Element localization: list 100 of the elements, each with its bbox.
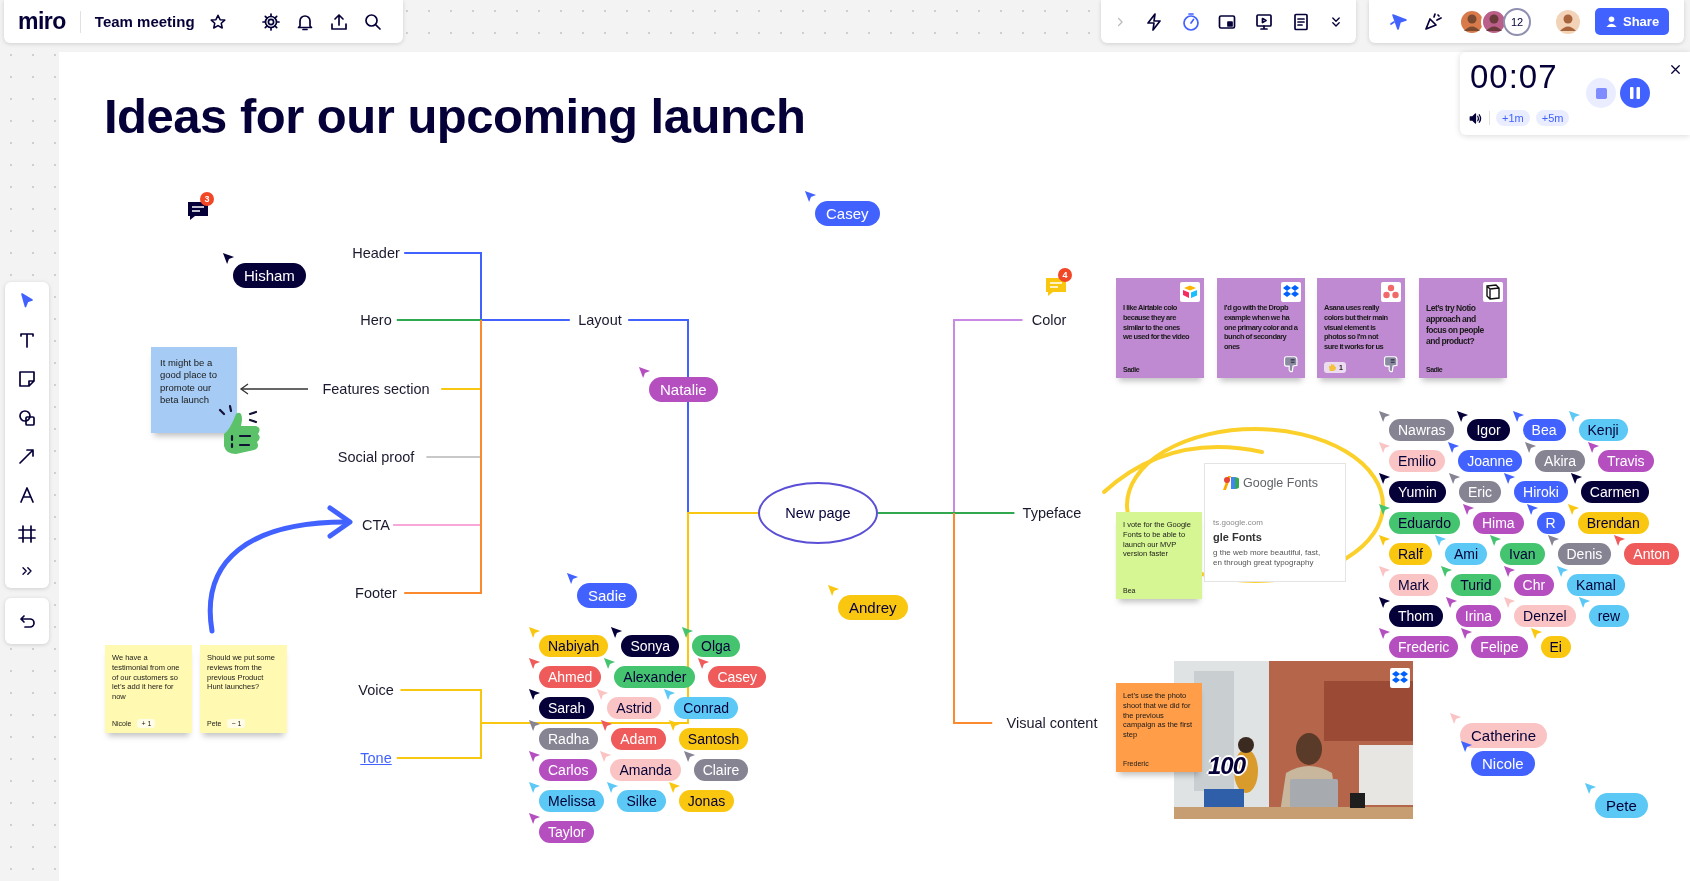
user-name-tag: Denzel xyxy=(1514,605,1576,627)
user-name-tag: Ahmed xyxy=(539,666,602,688)
pointer-icon xyxy=(1378,534,1391,547)
topic-label[interactable]: Header xyxy=(352,245,400,261)
pointer-icon xyxy=(1524,441,1538,454)
user-icon xyxy=(1605,15,1618,28)
user-name-tag: Casey xyxy=(815,201,880,226)
upload-icon[interactable] xyxy=(328,11,349,32)
topic-label[interactable]: Typeface xyxy=(1022,505,1082,521)
user-name-tag: Kenji xyxy=(1578,419,1628,441)
share-button[interactable]: Share xyxy=(1595,8,1670,35)
user-name-tag: Natalie xyxy=(649,377,718,402)
pointer-icon xyxy=(528,781,541,794)
pointer-icon xyxy=(1378,472,1391,485)
user-name-tag: Sonya xyxy=(621,635,680,657)
pointer-icon xyxy=(1503,596,1517,609)
user-name-tag: Carmen xyxy=(1580,481,1649,503)
settings-icon[interactable] xyxy=(260,11,281,32)
pointer-icon xyxy=(603,657,617,670)
topic-link[interactable]: Tone xyxy=(360,750,392,766)
pointer-icon xyxy=(1529,627,1543,640)
topic-label[interactable]: Voice xyxy=(358,682,394,698)
pointer-icon xyxy=(606,781,620,794)
pointer-icon xyxy=(1502,565,1516,578)
user-name-tag: Akira xyxy=(1535,450,1585,472)
user-name-tag: Emilio xyxy=(1389,450,1446,472)
link-preview-card[interactable]: Google Fonts ts.google.com gle Fonts g the web more beautiful, fast, en through great typography xyxy=(1204,463,1346,582)
frame-tool-icon[interactable] xyxy=(17,523,37,544)
pointer-icon xyxy=(1584,782,1597,795)
pointer-icon xyxy=(1503,472,1517,485)
user-name-tag: Adam xyxy=(611,728,666,750)
pointer-icon xyxy=(1378,596,1391,609)
topic-label[interactable]: Layout xyxy=(578,312,622,328)
thumbs-down-icon xyxy=(1283,355,1300,374)
thumbs-down-icon xyxy=(1383,355,1400,374)
pointer-icon xyxy=(1577,596,1591,609)
sticky-text: It might be a good place to promote our beta launch xyxy=(159,356,219,407)
sticky-note-tool-icon[interactable] xyxy=(17,368,37,389)
comment-icon[interactable] xyxy=(186,200,210,222)
user-name-tag: Yumin xyxy=(1389,481,1446,503)
pointer-icon xyxy=(681,626,695,639)
timer-icon[interactable] xyxy=(1180,11,1201,32)
diamonds-logo-icon xyxy=(1281,282,1301,302)
topic-label[interactable]: Hero xyxy=(360,312,392,328)
add-time-button[interactable]: +1m xyxy=(1496,110,1530,126)
user-name-tag: Thom xyxy=(1389,605,1443,627)
pointer-icon xyxy=(1378,565,1391,578)
pointer-icon xyxy=(528,688,541,701)
pointer-icon xyxy=(804,190,817,203)
pointer-icon xyxy=(1378,410,1391,423)
avatar[interactable] xyxy=(1459,8,1485,35)
avatar[interactable] xyxy=(1481,8,1507,35)
stop-button[interactable] xyxy=(1586,78,1616,108)
topic-label[interactable]: Visual content xyxy=(1006,715,1098,731)
party-popper-icon[interactable] xyxy=(1423,11,1443,32)
user-name-tag: Alexander xyxy=(614,666,696,688)
topic-label[interactable]: Social proof xyxy=(337,449,415,465)
pointer-icon xyxy=(638,366,651,379)
topic-label[interactable]: Color xyxy=(1031,312,1067,328)
user-name-tag: Hima xyxy=(1472,512,1524,534)
user-name-tag: Catherine xyxy=(1460,723,1548,748)
collaborator-count[interactable]: 12 xyxy=(1503,7,1531,36)
pointer-icon xyxy=(1567,410,1581,423)
pause-button[interactable] xyxy=(1620,78,1650,108)
close-icon[interactable] xyxy=(1668,62,1683,77)
text-tool-icon[interactable] xyxy=(17,330,37,351)
topic-label[interactable]: Footer xyxy=(355,585,397,601)
user-name-tag: Felipe xyxy=(1471,636,1528,658)
user-name-tag: Pete xyxy=(1595,793,1648,818)
colorful-logo-icon xyxy=(1223,476,1239,490)
search-icon[interactable] xyxy=(362,11,383,32)
user-name-tag: Igor xyxy=(1467,419,1510,441)
cube-logo-icon xyxy=(1483,282,1503,302)
link-title: gle Fonts xyxy=(1213,531,1262,543)
pointer-icon xyxy=(1460,740,1473,753)
add-time-button[interactable]: +5m xyxy=(1535,110,1570,126)
sticky-note[interactable]: It might be a good place to promote our beta launch xyxy=(151,347,237,433)
user-name-tag: Amanda xyxy=(610,759,681,781)
presentation-icon[interactable] xyxy=(1254,11,1275,32)
user-name-tag: Eduardo xyxy=(1389,512,1460,534)
colorful-logo-icon xyxy=(1180,282,1200,302)
avatar[interactable] xyxy=(1555,8,1581,35)
shapes-tool-icon[interactable] xyxy=(17,407,37,428)
cursor-icon[interactable] xyxy=(1389,11,1409,32)
pointer-icon xyxy=(667,781,681,794)
line-tool-icon[interactable] xyxy=(17,446,37,467)
user-name-tag: Nabiyah xyxy=(539,635,609,657)
stop-icon xyxy=(1595,87,1607,99)
volume-icon[interactable] xyxy=(1468,110,1483,126)
pointer-icon xyxy=(1461,503,1475,516)
logo[interactable]: miro xyxy=(18,8,66,35)
board-name[interactable]: Team meeting xyxy=(94,13,195,30)
star-icon[interactable] xyxy=(208,12,227,31)
pointer-icon xyxy=(1511,410,1525,423)
user-name-tag: Nicole xyxy=(1471,751,1535,776)
pointer-icon xyxy=(1456,410,1470,423)
user-name-tag: Olga xyxy=(692,635,740,657)
link-description: g the web more beautiful, fast, en through great typography xyxy=(1213,548,1321,569)
pen-tool-icon[interactable] xyxy=(17,485,37,506)
topic-label[interactable]: CTA xyxy=(362,517,390,533)
